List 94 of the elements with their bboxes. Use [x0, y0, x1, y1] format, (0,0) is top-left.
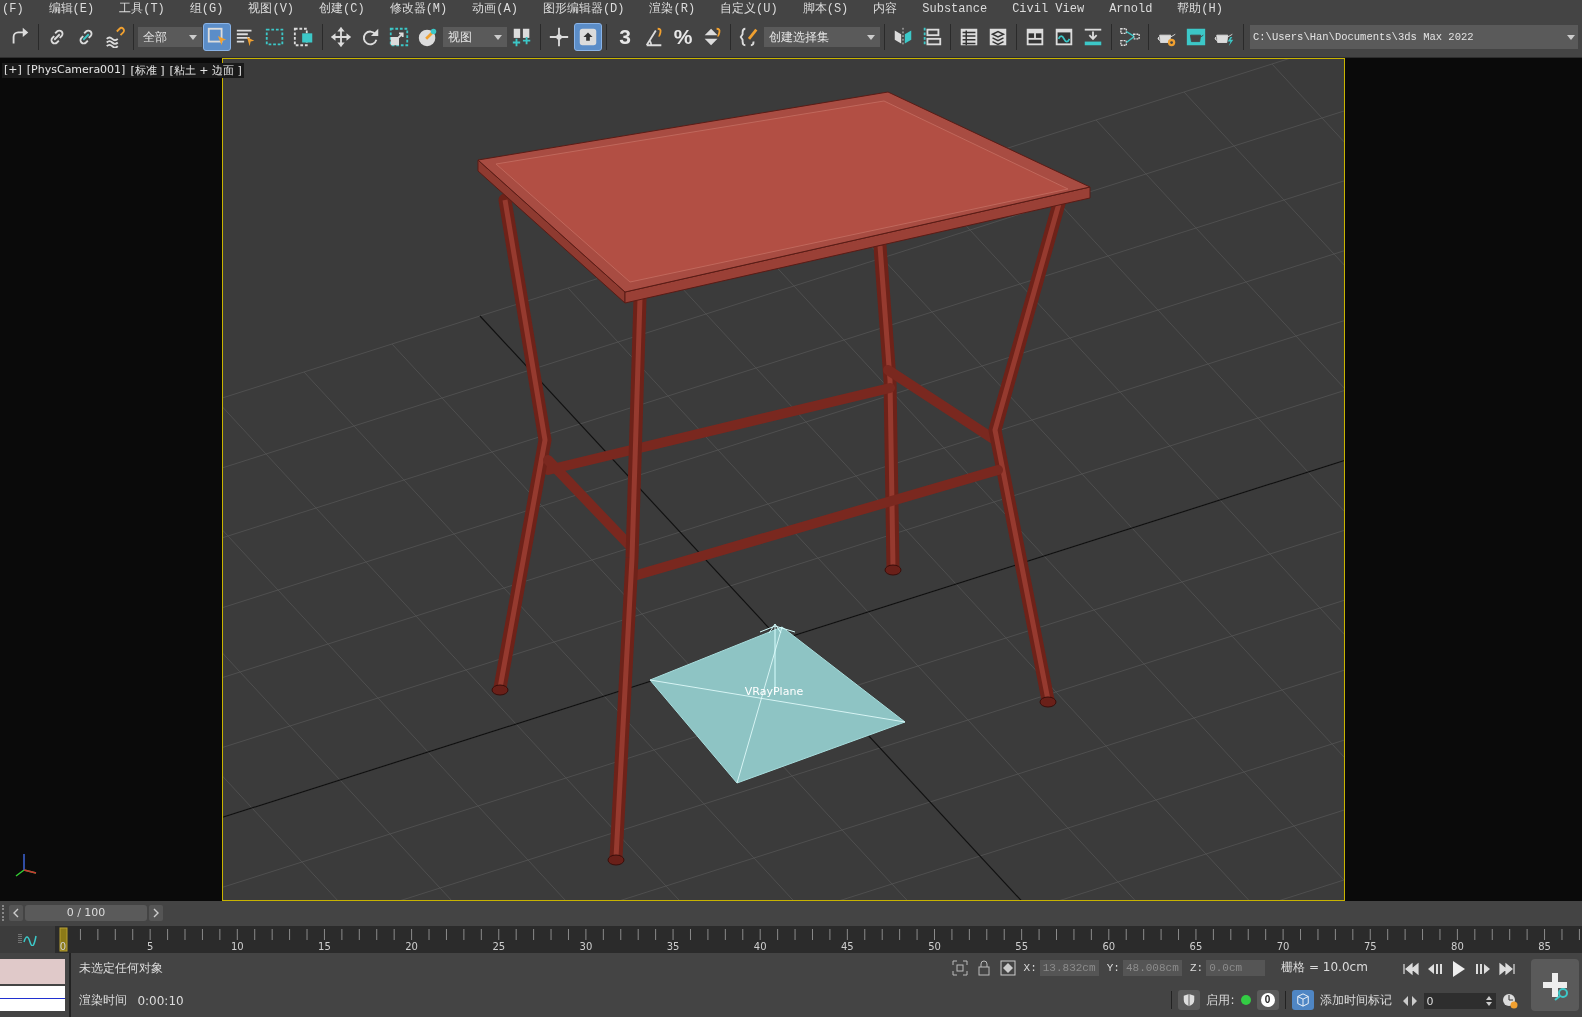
tick-label: 15	[318, 940, 331, 952]
tick-label: 60	[1102, 940, 1116, 952]
tick-label: 30	[579, 940, 593, 952]
tick-label: 65	[1189, 940, 1203, 952]
dropdown[interactable]: 视图	[443, 27, 507, 48]
time-config-icon[interactable]	[1501, 993, 1518, 1010]
curve-icon[interactable]	[17, 932, 38, 946]
object-label: VRayPlane	[744, 684, 804, 698]
menu-item[interactable]: 视图(V)	[248, 0, 295, 18]
go-to-start-icon[interactable]	[1401, 962, 1420, 977]
tick-label: 45	[841, 940, 854, 952]
key-mode-arrows-icon[interactable]	[1401, 995, 1418, 1008]
tick-label: 25	[492, 940, 506, 952]
shield-button[interactable]	[1178, 990, 1201, 1011]
chevron-right-icon	[151, 908, 161, 919]
go-to-end-icon[interactable]	[1497, 962, 1516, 977]
next-frame-button[interactable]	[149, 905, 163, 922]
dropdown[interactable]: 全部	[138, 27, 202, 48]
previous-frame-button[interactable]	[9, 905, 23, 922]
menu-item[interactable]: Arnold	[1109, 0, 1153, 18]
viewport-menu-label[interactable]: [PhysCamera001]	[26, 62, 126, 78]
toolbar-button[interactable]	[574, 23, 602, 52]
enable-label: 启用:	[1206, 991, 1235, 1009]
cube-icon	[1295, 993, 1310, 1008]
menu-item[interactable]: 图形编辑器(D)	[542, 0, 625, 18]
move-icon	[330, 26, 352, 49]
current-frame-field[interactable]: 0	[1423, 993, 1496, 1010]
add-time-tag-text[interactable]: 添加时间标记	[1319, 991, 1392, 1009]
next-key-icon[interactable]	[1473, 962, 1492, 977]
menu-item[interactable]: 修改器(M)	[389, 0, 448, 18]
scale-icon	[388, 26, 410, 49]
time-slider-handle[interactable]	[59, 927, 68, 951]
tick-label: 10	[230, 940, 244, 952]
menu-item[interactable]: 渲染(R)	[649, 0, 696, 18]
viewport-menu-label[interactable]: [标准 ]	[130, 62, 165, 78]
tick-label: 70	[1276, 940, 1290, 952]
menu-item[interactable]: 脚本(S)	[802, 0, 849, 18]
tick-label: 50	[928, 940, 941, 952]
tick-label: 0	[59, 940, 67, 952]
node-graph-icon	[1119, 26, 1141, 49]
coordinate-label: X:	[1023, 961, 1037, 974]
tick-label: 80	[1451, 940, 1464, 952]
snap-toggle-button[interactable]: 3	[611, 23, 639, 52]
menu-item[interactable]: 编辑(E)	[48, 0, 95, 18]
tick-label: 75	[1363, 940, 1377, 952]
tick-label: 85	[1538, 940, 1551, 952]
set-key-button[interactable]	[1531, 958, 1579, 1011]
tick-label: 40	[753, 940, 767, 952]
tick-label: 20	[405, 940, 418, 952]
script-output-field[interactable]	[0, 985, 66, 1011]
window-crossing-icon	[293, 26, 315, 49]
menu-item[interactable]: 创建(C)	[319, 0, 365, 18]
pivot-icon	[511, 26, 533, 49]
tick-label: 35	[666, 940, 680, 952]
project-path-dropdown[interactable]: C:\Users\Han\Documents\3ds Max 2022	[1250, 25, 1578, 50]
render-time-value: 0:00:10	[137, 993, 184, 1008]
status-dot-icon	[1240, 995, 1251, 1006]
crosshair-icon	[548, 26, 570, 49]
menu-item[interactable]: Civil View	[1012, 0, 1085, 18]
viewport-menu-label[interactable]: [+]	[4, 62, 22, 78]
menu-item[interactable]: 内容	[873, 0, 898, 18]
dropdown[interactable]: 创建选择集	[764, 27, 880, 48]
prompt-text: 未选定任何对象	[79, 960, 165, 978]
chevron-left-icon	[11, 908, 21, 919]
frame-counter[interactable]: 0 / 100	[25, 905, 147, 922]
shield-icon	[1182, 993, 1197, 1008]
render-time-label: 渲染时间	[79, 992, 128, 1010]
script-listener-field[interactable]	[0, 958, 66, 984]
menu-item[interactable]: 工具(T)	[119, 0, 165, 18]
menu-item[interactable]: 自定义(U)	[720, 0, 778, 18]
tick-label: 5	[146, 940, 154, 952]
timeline-ruler[interactable]	[79, 928, 1582, 940]
placement-icon	[417, 26, 439, 49]
axis-tripod-icon	[15, 852, 37, 877]
toolbar-button[interactable]	[203, 23, 231, 52]
menu-item[interactable]: 组(G)	[189, 0, 224, 18]
menu-item[interactable]: 帮助(H)	[1177, 0, 1223, 18]
grid-size-text: 栅格 = 10.0cm	[1281, 959, 1368, 977]
lock-icon[interactable]	[975, 959, 992, 976]
transform-mode-icon[interactable]	[999, 959, 1016, 976]
key-count-button[interactable]: 0	[1256, 990, 1279, 1011]
viewport-menu-label[interactable]: [粘土 + 边面 ]	[169, 62, 242, 78]
menu-item[interactable]: 动画(A)	[472, 0, 518, 18]
snap-toggle-button[interactable]: %	[669, 23, 697, 52]
tick-label: 55	[1015, 940, 1028, 952]
menu-item[interactable]: Substance	[922, 0, 988, 18]
spinner-arrows-icon[interactable]	[1484, 995, 1493, 1008]
menu-item[interactable]: (F)	[2, 0, 24, 18]
wave-link-icon	[104, 26, 126, 49]
braces-pencil-icon	[738, 26, 760, 49]
isolate-selection-icon[interactable]	[951, 959, 968, 976]
time-tag-button[interactable]	[1291, 990, 1314, 1011]
coordinate-label: Y:	[1106, 961, 1120, 974]
coordinate-label: Z:	[1189, 961, 1204, 974]
